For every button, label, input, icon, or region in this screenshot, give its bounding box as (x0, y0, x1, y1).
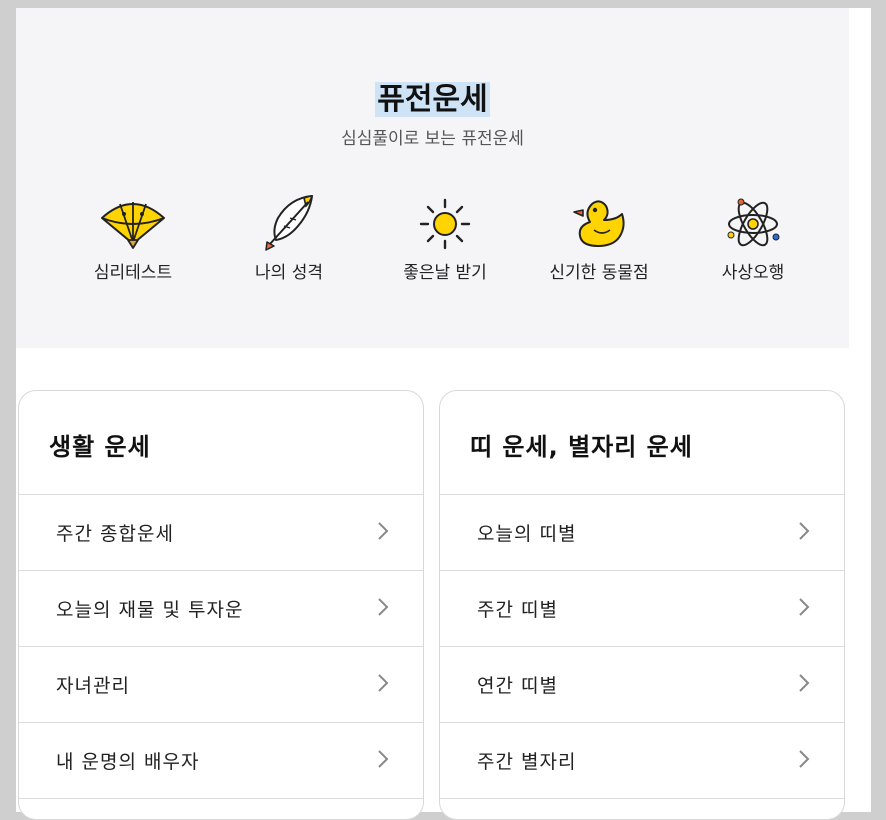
rubber-duck-icon (573, 200, 625, 247)
list-item-label: 자녀관리 (56, 675, 130, 697)
list-item-label: 주간 띠별 (477, 599, 558, 621)
category-animal-fortune[interactable]: 신기한 동물점 (524, 192, 674, 283)
hero-section: 퓨전운세 심심풀이로 보는 퓨전운세 심리테스트 나의 성격 좋은날 받기 신기… (16, 8, 849, 348)
card-title: 생활 운세 (19, 391, 423, 495)
category-label: 신기한 동물점 (549, 263, 649, 283)
list-item-label: 내 운명의 배우자 (56, 751, 200, 773)
list-item-label: 주간 별자리 (477, 751, 577, 773)
category-label: 좋은날 받기 (403, 263, 487, 283)
atom-icon (727, 198, 780, 247)
category-psych-test[interactable]: 심리테스트 (58, 192, 208, 283)
list-item-weekly-fortune[interactable]: 주간 종합운세 (19, 495, 423, 571)
life-fortune-card: 생활 운세 주간 종합운세 오늘의 재물 및 투자운 자녀관리 내 운명의 배우… (18, 390, 424, 820)
list-item-label: 오늘의 재물 및 투자운 (56, 599, 244, 621)
list-item-label: 오늘의 띠별 (477, 523, 577, 545)
chevron-right-icon (378, 750, 389, 768)
category-label: 심리테스트 (93, 263, 173, 283)
list-item-today-zodiac[interactable]: 오늘의 띠별 (440, 495, 844, 571)
card-title: 띠 운세, 별자리 운세 (440, 391, 844, 495)
folding-fan-icon (101, 202, 165, 249)
page-subtitle: 심심풀이로 보는 퓨전운세 (341, 129, 524, 149)
category-good-day[interactable]: 좋은날 받기 (370, 192, 520, 283)
chevron-right-icon (799, 674, 810, 692)
chevron-right-icon (799, 598, 810, 616)
feather-quill-icon (265, 195, 314, 251)
page-title-text: 퓨전운세 (375, 82, 490, 117)
page-title: 퓨전운세 (16, 80, 849, 120)
chevron-right-icon (799, 750, 810, 768)
category-label: 나의 성격 (255, 263, 323, 283)
list-item-yearly-zodiac[interactable]: 연간 띠별 (440, 647, 844, 723)
chevron-right-icon (378, 522, 389, 540)
category-my-personality[interactable]: 나의 성격 (214, 192, 364, 283)
chevron-right-icon (378, 674, 389, 692)
list-item-destined-spouse[interactable]: 내 운명의 배우자 (19, 723, 423, 799)
list-item-wealth-fortune[interactable]: 오늘의 재물 및 투자운 (19, 571, 423, 647)
list-item-label: 연간 띠별 (477, 675, 558, 697)
list-item-children[interactable]: 자녀관리 (19, 647, 423, 723)
list-item-weekly-constellation[interactable]: 주간 별자리 (440, 723, 844, 799)
zodiac-fortune-card: 띠 운세, 별자리 운세 오늘의 띠별 주간 띠별 연간 띠별 주간 별자리 (439, 390, 845, 820)
category-menu: 심리테스트 나의 성격 좋은날 받기 신기한 동물점 사상오행 (16, 192, 849, 302)
category-four-elements[interactable]: 사상오행 (678, 192, 828, 283)
category-label: 사상오행 (721, 263, 785, 283)
chevron-right-icon (378, 598, 389, 616)
chevron-right-icon (799, 522, 810, 540)
list-item-weekly-zodiac[interactable]: 주간 띠별 (440, 571, 844, 647)
sun-icon (419, 198, 471, 250)
list-item-label: 주간 종합운세 (56, 523, 174, 545)
